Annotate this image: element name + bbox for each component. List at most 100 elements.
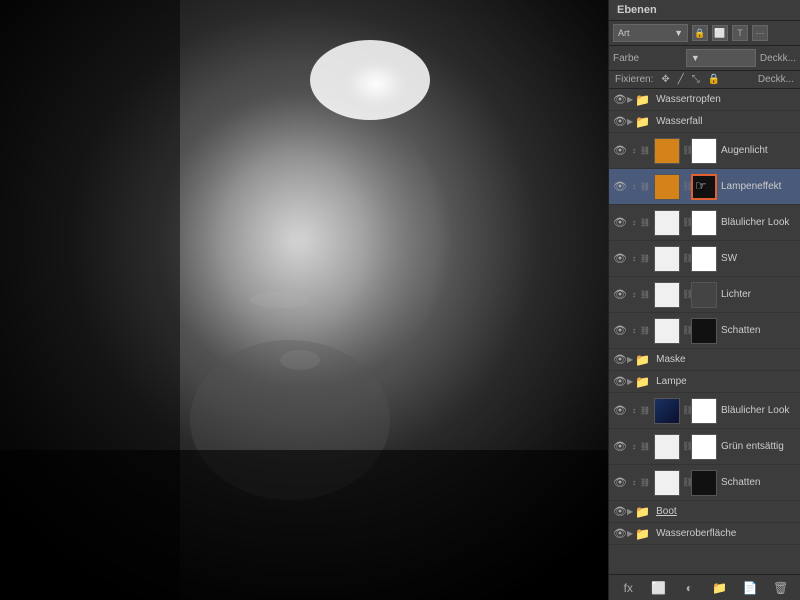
fix-row: Fixieren: ✥ ╱ ⤡ 🔒 Deckk...: [609, 71, 800, 89]
visibility-icon[interactable]: 👁: [613, 216, 627, 230]
new-layer-button[interactable]: 📄: [740, 578, 760, 598]
canvas-image: [0, 0, 608, 600]
link-icon: ↕: [629, 326, 639, 336]
layer-name: Bläulicher Look: [718, 217, 796, 228]
visibility-icon[interactable]: 👁: [613, 476, 627, 490]
group-arrow[interactable]: ▶: [627, 507, 633, 516]
layer-name: Boot: [653, 506, 796, 517]
chain-icon: ⛓: [640, 326, 650, 336]
layer-name: Schatten: [718, 477, 796, 488]
layer-thumbnail: [654, 434, 680, 460]
chain-icon: ⛓: [640, 218, 650, 228]
visibility-icon[interactable]: 👁: [613, 324, 627, 338]
mask-icon-btn[interactable]: ⬜: [712, 25, 728, 41]
layer-row[interactable]: 👁 ↕ ⛓ ⛓ Bläulicher Look: [609, 205, 800, 241]
layer-mask-thumbnail: ☞: [691, 174, 717, 200]
panel-header: Ebenen: [609, 0, 800, 21]
hand-cursor-icon: ☞: [695, 178, 707, 194]
layer-mask-thumbnail: [691, 138, 717, 164]
visibility-icon[interactable]: 👁: [613, 115, 627, 129]
type-icon-btn[interactable]: T: [732, 25, 748, 41]
folder-icon: 📁: [635, 375, 650, 389]
layer-name: Lampeneffekt: [718, 181, 796, 192]
layer-mask-thumbnail: [691, 398, 717, 424]
layer-row[interactable]: 👁 ↕ ⛓ ⛓ Augenlicht: [609, 133, 800, 169]
chain-icon: ⛓: [640, 146, 650, 156]
layer-row[interactable]: 👁 ↕ ⛓ ⛓ Lichter: [609, 277, 800, 313]
layer-thumbnail: [654, 138, 680, 164]
group-arrow[interactable]: ▶: [627, 95, 633, 104]
visibility-icon[interactable]: 👁: [613, 93, 627, 107]
color-select[interactable]: ▼: [686, 49, 756, 67]
layer-row[interactable]: 👁 ▶ 📁 Lampe: [609, 371, 800, 393]
layer-name: SW: [718, 253, 796, 264]
layers-list[interactable]: 👁 ▶ 📁 Wassertropfen 👁 ▶ 📁 Wasserfall 👁 ↕…: [609, 89, 800, 574]
folder-icon: 📁: [635, 353, 650, 367]
layer-mask-thumbnail: [691, 282, 717, 308]
fx-button[interactable]: fx: [618, 578, 638, 598]
group-arrow[interactable]: ▶: [627, 529, 633, 538]
layer-thumbnail: [654, 470, 680, 496]
delete-layer-button[interactable]: 🗑: [771, 578, 791, 598]
chain-icon: ⛓: [640, 478, 650, 488]
fix-brush-icon[interactable]: ╱: [678, 74, 684, 85]
layer-row[interactable]: 👁 ▶ 📁 Wassertropfen: [609, 89, 800, 111]
folder-icon: 📁: [635, 505, 650, 519]
layer-mask-thumbnail: [691, 210, 717, 236]
layer-name: Augenlicht: [718, 145, 796, 156]
layer-name: Wassertropfen: [653, 94, 796, 105]
chain-link-icon: ⛓: [682, 325, 690, 336]
layer-row[interactable]: 👁 ▶ 📁 Wasseroberfläche: [609, 523, 800, 545]
fix-transform-icon[interactable]: ⤡: [692, 74, 700, 85]
group-arrow[interactable]: ▶: [627, 355, 633, 364]
layer-row[interactable]: 👁 ↕ ⛓ ⛓ SW: [609, 241, 800, 277]
layer-row[interactable]: 👁 ▶ 📁 Boot: [609, 501, 800, 523]
fix-lock-icon[interactable]: 🔒: [708, 74, 720, 85]
fix-move-icon[interactable]: ✥: [661, 74, 669, 85]
group-arrow[interactable]: ▶: [627, 377, 633, 386]
layer-mask-thumbnail: [691, 470, 717, 496]
layer-row[interactable]: 👁 ▶ 📁 Wasserfall: [609, 111, 800, 133]
blend-mode-row: Art ▼ 🔒 ⬜ T ⋯: [609, 21, 800, 46]
layer-name: Wasseroberfläche: [653, 528, 796, 539]
visibility-icon[interactable]: 👁: [613, 404, 627, 418]
canvas-area: [0, 0, 608, 600]
layer-name: Lichter: [718, 289, 796, 300]
visibility-icon[interactable]: 👁: [613, 353, 627, 367]
layer-name: Wasserfall: [653, 116, 796, 127]
chain-link-icon: ⛓: [682, 217, 690, 228]
chain-icon: ⛓: [640, 406, 650, 416]
visibility-icon[interactable]: 👁: [613, 180, 627, 194]
layer-row[interactable]: 👁 ↕ ⛓ ⛓ Schatten: [609, 465, 800, 501]
layer-controls: ↕ ⛓: [629, 254, 650, 264]
lock-icon-btn[interactable]: 🔒: [692, 25, 708, 41]
add-adjustment-button[interactable]: ◐: [679, 578, 699, 598]
visibility-icon[interactable]: 👁: [613, 252, 627, 266]
layer-row[interactable]: 👁 ▶ 📁 Maske: [609, 349, 800, 371]
group-arrow[interactable]: ▶: [627, 117, 633, 126]
more-icon-btn[interactable]: ⋯: [752, 25, 768, 41]
layer-row[interactable]: 👁 ↕ ⛓ ⛓ ☞ Lampeneffekt: [609, 169, 800, 205]
visibility-icon[interactable]: 👁: [613, 505, 627, 519]
visibility-icon[interactable]: 👁: [613, 440, 627, 454]
visibility-icon[interactable]: 👁: [613, 144, 627, 158]
visibility-icon[interactable]: 👁: [613, 288, 627, 302]
layer-row[interactable]: 👁 ↕ ⛓ ⛓ Schatten: [609, 313, 800, 349]
visibility-icon[interactable]: 👁: [613, 527, 627, 541]
blend-mode-select[interactable]: Art ▼: [613, 24, 688, 42]
layer-mask-thumbnail: [691, 318, 717, 344]
layer-controls: ↕ ⛓: [629, 326, 650, 336]
link-icon: ↕: [629, 478, 639, 488]
visibility-icon[interactable]: 👁: [613, 375, 627, 389]
add-mask-button[interactable]: ⬜: [649, 578, 669, 598]
folder-icon: 📁: [635, 527, 650, 541]
link-icon: ↕: [629, 290, 639, 300]
layer-thumbnail: [654, 210, 680, 236]
layer-row[interactable]: 👁 ↕ ⛓ ⛓ Grün entsättig: [609, 429, 800, 465]
add-group-button[interactable]: 📁: [710, 578, 730, 598]
layer-name: Lampe: [653, 376, 796, 387]
folder-icon: 📁: [635, 93, 650, 107]
layer-row[interactable]: 👁 ↕ ⛓ ⛓ Bläulicher Look: [609, 393, 800, 429]
fill-label: Deckk...: [760, 53, 796, 64]
link-icon: ↕: [629, 146, 639, 156]
